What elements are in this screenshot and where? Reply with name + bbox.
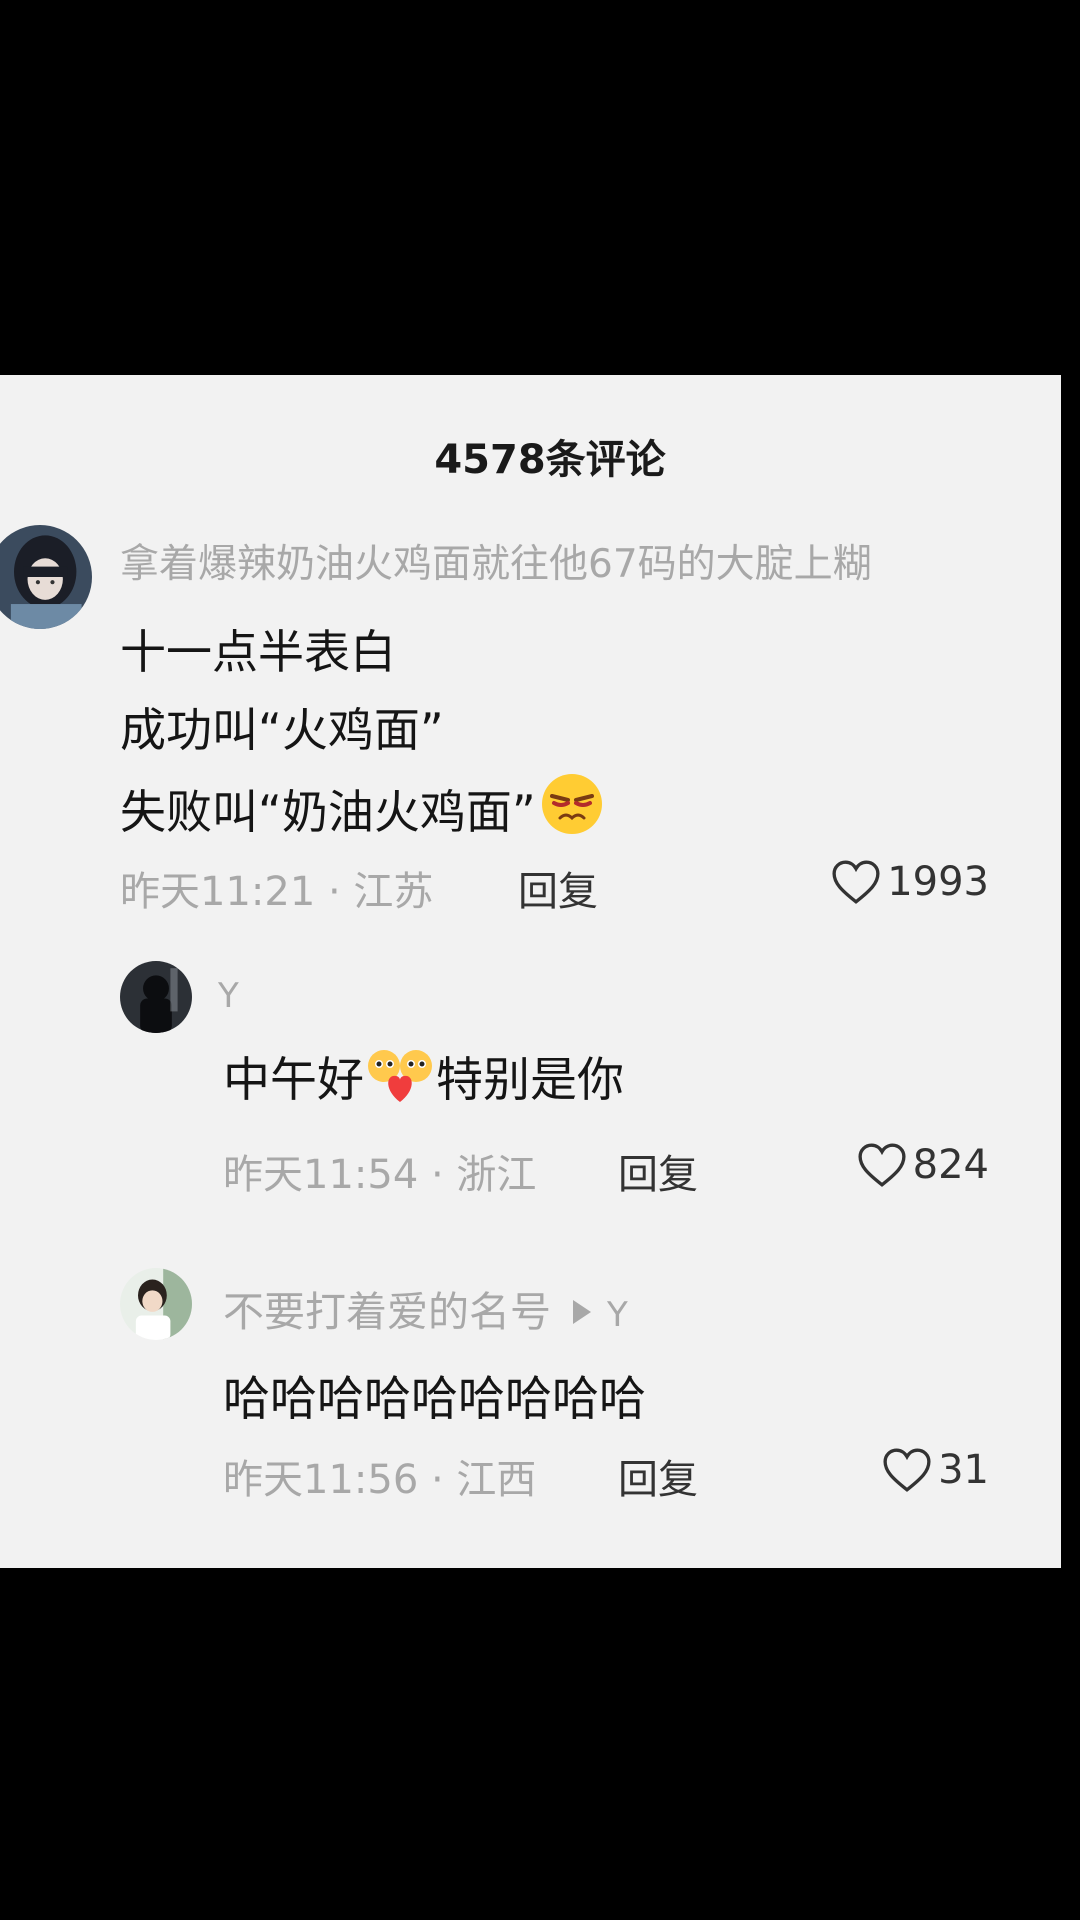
avatar[interactable] (0, 525, 92, 629)
comment-username[interactable]: 拿着爆辣奶油火鸡面就往他67码的大腚上糊 (120, 533, 872, 589)
like-count: 31 (938, 1447, 989, 1493)
comment-time-location: 昨天11:21 · 江苏 (120, 869, 434, 915)
reply-to-username[interactable]: Y (607, 1295, 628, 1335)
reply-time-location: 昨天11:56 · 江西 (223, 1457, 537, 1503)
reply-button[interactable]: 回复 (618, 1142, 698, 1200)
squinting-annoyed-emoji (540, 772, 604, 847)
avatar[interactable] (120, 1268, 192, 1340)
reply-time-location: 昨天11:54 · 浙江 (223, 1152, 537, 1198)
avatar[interactable] (120, 961, 192, 1033)
reply-author[interactable]: 不要打着爱的名号 (223, 1288, 551, 1336)
reply-text-part: 特别是你 (436, 1053, 624, 1108)
comment-line: 成功叫“火鸡面” (120, 703, 444, 757)
like-button[interactable]: 824 (857, 1142, 989, 1188)
reply-button[interactable]: 回复 (518, 859, 598, 917)
comments-count-title: 4578条评论 (434, 437, 666, 483)
comment-line: 十一点半表白 (120, 625, 396, 679)
like-count: 1993 (887, 859, 989, 905)
like-button[interactable]: 31 (882, 1447, 989, 1493)
reply-username: 不要打着爱的名号 Y (223, 1278, 628, 1338)
like-button[interactable]: 1993 (831, 859, 989, 905)
heart-hug-emoji (364, 1044, 436, 1116)
reply-button[interactable]: 回复 (618, 1447, 698, 1505)
comment-line: 失败叫“奶油火鸡面” (120, 772, 604, 847)
comments-panel: 4578条评论 拿着爆辣奶油火鸡面就往他67码的大腚上糊 十一点半表白 成功叫“… (0, 375, 1061, 1568)
heart-icon (882, 1447, 932, 1493)
reply-username[interactable]: Y (218, 976, 239, 1016)
heart-icon (857, 1142, 907, 1188)
comment-line-text: 失败叫“奶油火鸡面” (120, 785, 536, 839)
reply-text-part: 中午好 (223, 1053, 364, 1108)
reply-text: 哈哈哈哈哈哈哈哈哈 (223, 1372, 646, 1427)
like-count: 824 (912, 1142, 989, 1188)
reply-to-arrow-icon (573, 1300, 591, 1324)
heart-icon (831, 859, 881, 905)
reply-text: 中午好 特别是你 (223, 1041, 624, 1116)
